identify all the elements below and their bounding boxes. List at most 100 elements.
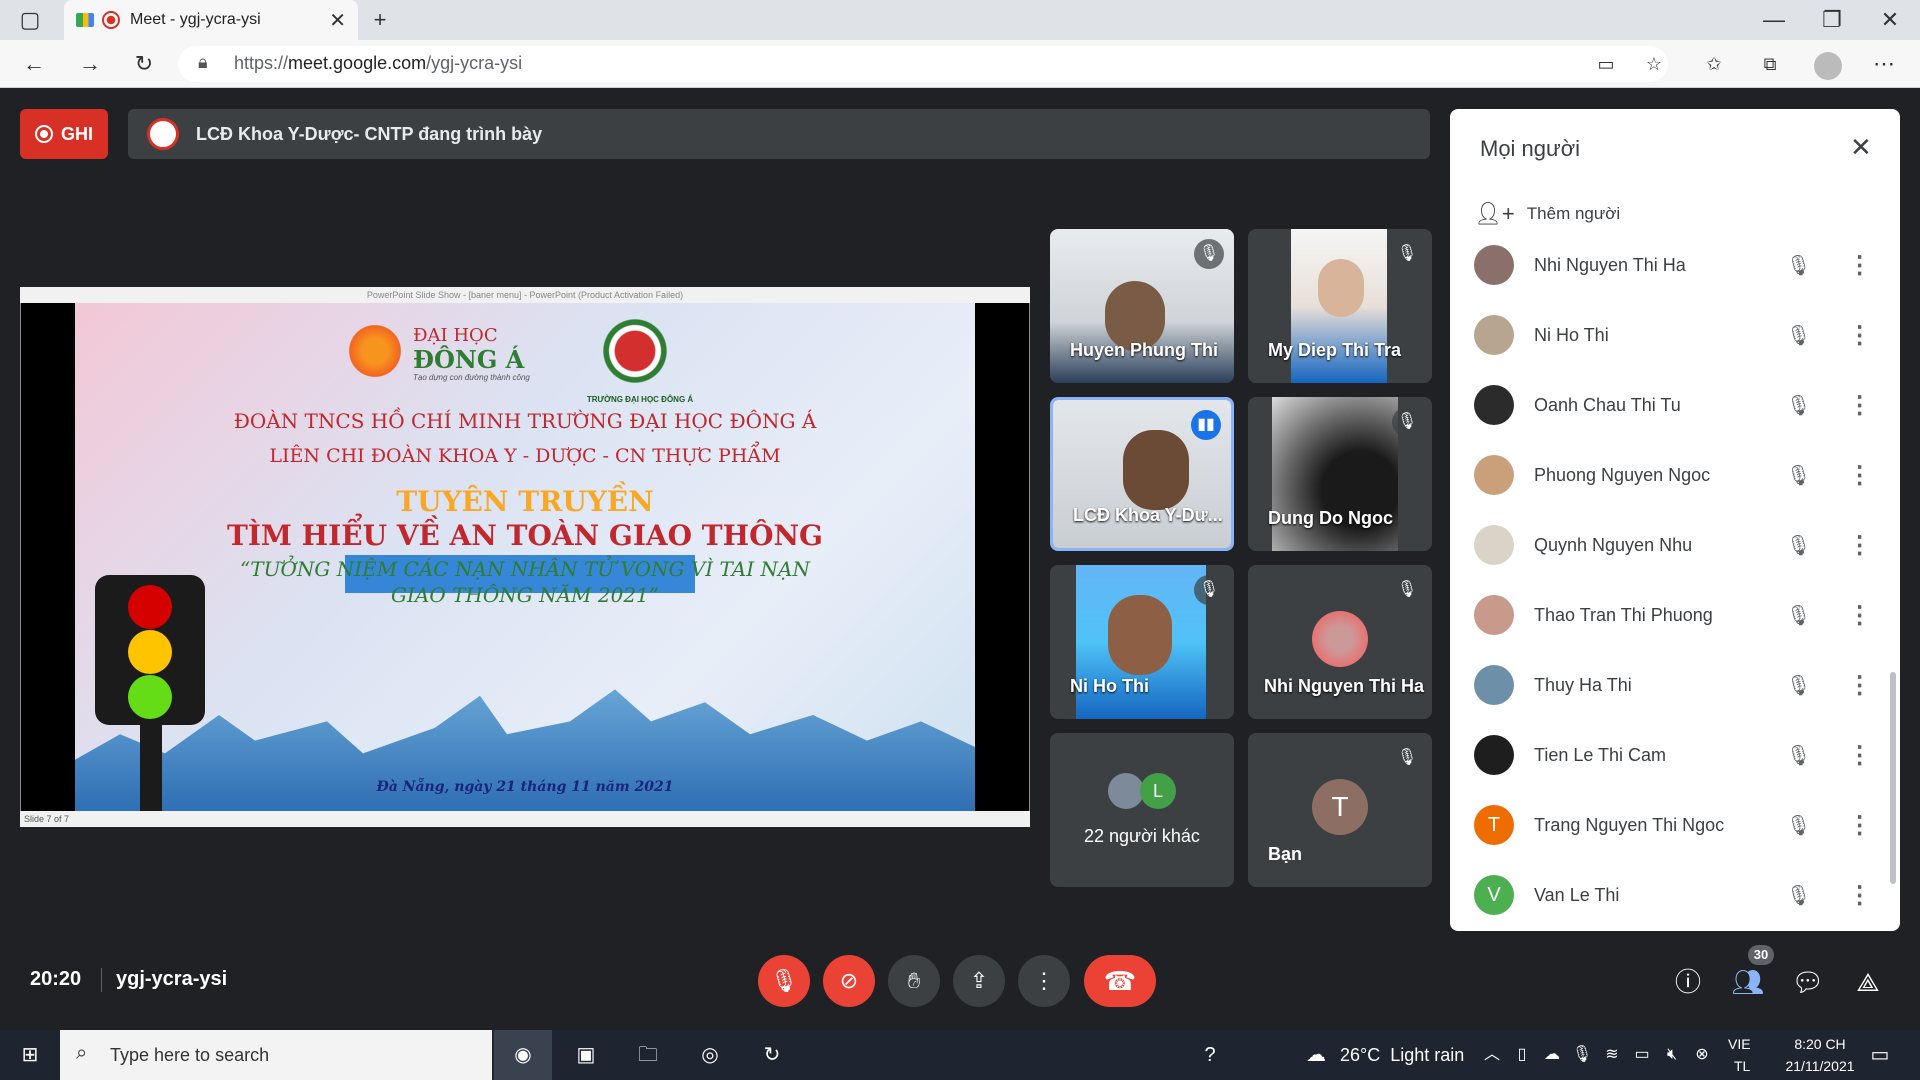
camera-off-button[interactable]: ⊘ xyxy=(823,955,875,1007)
participant-tile[interactable]: 🎙︎ Dung Do Ngoc xyxy=(1248,397,1432,551)
close-window-icon[interactable]: ✕ xyxy=(1870,0,1910,40)
participant-row-name: Oanh Chau Thi Tu xyxy=(1534,394,1681,415)
muted-mic-icon[interactable]: 🎙︎ xyxy=(1784,743,1813,768)
participant-row[interactable]: Thuy Ha Thi 🎙︎ ⋮ xyxy=(1474,655,1874,715)
lock-icon[interactable]: 🔒︎ xyxy=(198,52,208,73)
logo-text-1: ĐẠI HỌC xyxy=(413,325,498,346)
clock-date[interactable]: 21/11/2021 xyxy=(1770,1058,1870,1074)
back-icon[interactable]: ← xyxy=(14,44,54,84)
more-vert-icon[interactable]: ⋮ xyxy=(1845,391,1874,420)
participant-row[interactable]: Ni Ho Thi 🎙︎ ⋮ xyxy=(1474,305,1874,365)
refresh-app-icon[interactable]: ↻ xyxy=(752,1035,792,1075)
leave-call-button[interactable]: ☎︎ xyxy=(1084,955,1156,1007)
forward-icon[interactable]: → xyxy=(70,44,110,84)
participant-row[interactable]: Phuong Nguyen Ngoc 🎙︎ ⋮ xyxy=(1474,445,1874,505)
present-button[interactable]: ⇪ xyxy=(953,955,1005,1007)
muted-mic-icon[interactable]: 🎙︎ xyxy=(1784,883,1813,908)
more-vert-icon[interactable]: ⋮ xyxy=(1845,601,1874,630)
logo-slogan: Tạo dựng con đường thành công xyxy=(413,373,530,382)
info-icon: ⓘ xyxy=(1674,967,1701,997)
participant-row[interactable]: Quynh Nguyen Nhu 🎙︎ ⋮ xyxy=(1474,515,1874,575)
participant-tile[interactable]: 🎙︎ Nhi Nguyen Thi Ha xyxy=(1248,565,1432,719)
more-vert-icon[interactable]: ⋮ xyxy=(1845,881,1874,910)
slide-line-2: LIÊN CHI ĐOÀN KHOA Y - DƯỢC - CN THỰC PH… xyxy=(269,445,781,467)
start-windows-icon[interactable]: ⊞ xyxy=(10,1035,50,1075)
muted-mic-icon[interactable]: 🎙︎ xyxy=(1784,253,1813,278)
slide-date: Đà Nẵng, ngày 21 tháng 11 năm 2021 xyxy=(376,779,674,795)
more-vert-icon[interactable]: ⋮ xyxy=(1845,531,1874,560)
raise-hand-button[interactable]: ✋︎ xyxy=(888,955,940,1007)
more-vert-icon[interactable]: ⋮ xyxy=(1845,811,1874,840)
participant-name: My Diep Thi Tra xyxy=(1268,340,1402,360)
participant-row-name: Trang Nguyen Thi Ngoc xyxy=(1534,814,1725,835)
new-tab-icon[interactable]: + xyxy=(360,0,400,40)
maximize-icon[interactable]: ❐ xyxy=(1812,0,1852,40)
muted-mic-icon[interactable]: 🎙︎ xyxy=(1784,463,1813,488)
participant-row[interactable]: Nhi Nguyen Thi Ha 🎙︎ ⋮ xyxy=(1474,235,1874,295)
participant-tile[interactable]: 🎙︎ Ni Ho Thi xyxy=(1050,565,1234,719)
youth-union-emblem-icon xyxy=(595,311,675,391)
collections-icon[interactable]: ⧉ xyxy=(1750,44,1790,84)
muted-mic-icon[interactable]: 🎙︎ xyxy=(1784,323,1813,348)
more-vert-icon[interactable]: ⋮ xyxy=(1845,251,1874,280)
more-vert-icon[interactable]: ⋮ xyxy=(1845,321,1874,350)
more-vert-icon: ⋮ xyxy=(1033,968,1055,993)
participant-row[interactable]: Tien Le Thi Cam 🎙︎ ⋮ xyxy=(1474,725,1874,785)
record-icon xyxy=(34,125,53,143)
zoom-icon[interactable]: ▣ xyxy=(566,1035,606,1075)
participant-tile-active-speaker[interactable]: ▮▮ LCĐ Khoa Y-Dư... xyxy=(1050,397,1234,551)
muted-mic-icon[interactable]: 🎙︎ xyxy=(1784,673,1813,698)
clock-time[interactable]: 8:20 CH xyxy=(1770,1036,1870,1052)
meeting-details-button[interactable]: ⓘ xyxy=(1666,960,1710,1004)
close-tab-icon[interactable]: ✕ xyxy=(329,8,346,33)
notification-blocked-icon[interactable]: ⊗ xyxy=(1682,1035,1722,1075)
add-favorite-icon[interactable]: ☆ xyxy=(1634,44,1674,84)
recording-badge: GHI xyxy=(20,109,108,159)
participant-row[interactable]: V Van Le Thi 🎙︎ ⋮ xyxy=(1474,865,1874,925)
participant-tile[interactable]: 🎙︎ My Diep Thi Tra xyxy=(1248,229,1432,383)
action-center-icon[interactable]: ▭ xyxy=(1860,1035,1900,1075)
input-method[interactable]: TL xyxy=(1734,1058,1750,1074)
more-options-button[interactable]: ⋮ xyxy=(1018,955,1070,1007)
muted-mic-icon[interactable]: 🎙︎ xyxy=(1784,533,1813,558)
people-button[interactable]: 👥︎ xyxy=(1726,960,1770,1004)
minimize-icon[interactable]: — xyxy=(1754,0,1794,40)
browser-tab[interactable]: Meet - ygj-ycra-ysi ✕ xyxy=(64,0,358,40)
slide-window-title: PowerPoint Slide Show - [baner menu] - P… xyxy=(20,287,1030,303)
edge-browser-icon[interactable]: ◉ xyxy=(503,1035,543,1075)
participant-row[interactable]: Oanh Chau Thi Tu 🎙︎ ⋮ xyxy=(1474,375,1874,435)
others-tile[interactable]: L 22 người khác xyxy=(1050,733,1234,887)
more-vert-icon[interactable]: ⋮ xyxy=(1845,741,1874,770)
chat-button[interactable]: 💬︎ xyxy=(1786,960,1830,1004)
favorites-icon[interactable]: ✩ xyxy=(1694,44,1734,84)
url-text[interactable]: https://meet.google.com/ygj-ycra-ysi xyxy=(234,53,522,74)
activities-button[interactable]: ⟁ xyxy=(1846,960,1890,1004)
panel-scrollbar[interactable] xyxy=(1890,672,1896,884)
help-icon[interactable]: ? xyxy=(1190,1035,1230,1075)
input-language[interactable]: VIE xyxy=(1728,1036,1751,1052)
reload-icon[interactable]: ↻ xyxy=(124,44,164,84)
more-vert-icon[interactable]: ⋮ xyxy=(1845,671,1874,700)
more-vert-icon[interactable]: ⋮ xyxy=(1845,461,1874,490)
traffic-light-red xyxy=(128,585,172,629)
participant-row[interactable]: Thao Tran Thi Phuong 🎙︎ ⋮ xyxy=(1474,585,1874,645)
weather-text[interactable]: 26°C Light rain xyxy=(1340,1045,1464,1066)
muted-mic-icon[interactable]: 🎙︎ xyxy=(1784,393,1813,418)
muted-mic-icon[interactable]: 🎙︎ xyxy=(1784,813,1813,838)
close-panel-icon[interactable]: ✕ xyxy=(1850,132,1872,163)
browser-menu-icon[interactable]: ⋯ xyxy=(1864,44,1904,84)
file-explorer-icon[interactable]: 🗀︎ xyxy=(628,1035,668,1075)
add-people-button[interactable]: 👤︎+ Thêm người xyxy=(1474,198,1620,230)
participant-row[interactable]: T Trang Nguyen Thi Ngoc 🎙︎ ⋮ xyxy=(1474,795,1874,855)
muted-mic-icon[interactable]: 🎙︎ xyxy=(1784,603,1813,628)
camera-app-icon[interactable]: ◎ xyxy=(690,1035,730,1075)
muted-mic-icon: 🎙︎ xyxy=(1194,575,1224,605)
mic-off-button[interactable]: 🎙︎ xyxy=(758,955,810,1007)
self-tile[interactable]: T 🎙︎ Bạn xyxy=(1248,733,1432,887)
camera-in-use-icon[interactable]: ▭ xyxy=(1586,44,1626,84)
tab-actions-icon[interactable]: ▢ xyxy=(10,0,50,40)
taskbar-search[interactable]: ⌕ Type here to search xyxy=(60,1030,492,1080)
weather-cloud-icon[interactable]: ☁︎ xyxy=(1296,1035,1336,1075)
profile-avatar[interactable] xyxy=(1814,52,1842,80)
participant-tile[interactable]: 🎙︎ Huyen Phung Thi xyxy=(1050,229,1234,383)
